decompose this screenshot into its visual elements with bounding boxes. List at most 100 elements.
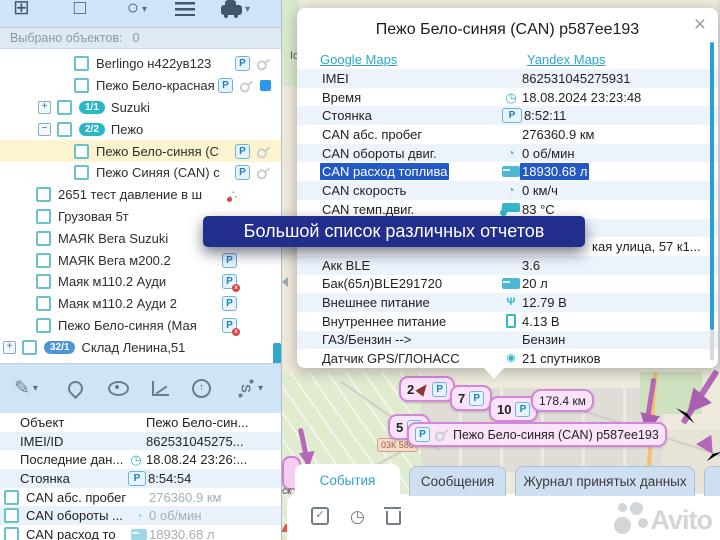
chart-button[interactable] xyxy=(152,381,169,396)
expand-toggle-icon[interactable]: + xyxy=(3,341,16,354)
tree-item[interactable]: Пежо Бело-синяя (Мая xyxy=(0,315,281,337)
tree-item[interactable]: −2/2Пежо xyxy=(0,118,281,140)
route-button[interactable]: S▾ xyxy=(237,379,263,399)
delete-icon[interactable] xyxy=(386,511,401,525)
map-marker[interactable]: 178.4 км xyxy=(531,389,594,412)
popup-row[interactable]: Внешнее питание12.79 В xyxy=(297,293,718,312)
row-checkbox[interactable] xyxy=(36,187,51,202)
upload-button[interactable]: ↑ xyxy=(192,379,211,398)
popup-row[interactable]: Бак(65л)BLE29172020 л xyxy=(297,275,718,294)
parking-icon xyxy=(515,402,530,417)
tab[interactable]: Сообщения xyxy=(409,466,506,496)
tree-item[interactable]: МАЯК Вега м200.2 xyxy=(0,249,281,271)
add-object-icon[interactable]: ⊞ xyxy=(13,0,30,19)
popup-row[interactable]: Время 18.08.2024 23:23:48 xyxy=(297,88,718,107)
parking-icon xyxy=(432,382,447,397)
tree-item[interactable]: Пежо Бело-красная xyxy=(0,75,281,97)
value-text: 18.08.2024 23:23:48 xyxy=(520,89,643,106)
object-label: Suzuki xyxy=(111,100,150,115)
popup-scrollbar-thumb[interactable] xyxy=(710,42,714,330)
parking-icon xyxy=(469,391,484,406)
popup-row[interactable]: Датчик GPS/ГЛОНАСС21 спутников xyxy=(297,349,718,368)
row-checkbox[interactable] xyxy=(74,56,89,71)
value-text: 18930.68 л xyxy=(520,163,589,180)
tree-item[interactable]: Пежо Синяя (CAN) с xyxy=(0,162,281,184)
google-maps-link[interactable]: Google Maps xyxy=(320,52,397,67)
popup-row[interactable]: CAN обороты двиг.0 об/мин xyxy=(297,144,718,163)
popup-row[interactable]: Стоянка8:52:11 xyxy=(297,106,718,125)
tree-item[interactable]: +1/1Suzuki xyxy=(0,97,281,119)
yandex-maps-link[interactable]: Yandex Maps xyxy=(527,52,606,67)
popup-row[interactable]: CAN абс. пробег276360.9 км xyxy=(297,125,718,144)
tree-item[interactable]: Berlingo н422ув123 xyxy=(0,53,281,75)
visibility-button[interactable] xyxy=(108,381,129,396)
tree-item[interactable]: 2651 тест давление в ш xyxy=(0,184,281,206)
row-checkbox[interactable] xyxy=(57,100,72,115)
pencil-icon: ✎ xyxy=(14,377,30,400)
popup-scrollbar-track[interactable] xyxy=(710,330,714,360)
selected-objects-bar: Выбрано объектов: 0 xyxy=(0,28,281,49)
tree-item[interactable]: Маяк м110.2 Ауди xyxy=(0,271,281,293)
row-checkbox[interactable] xyxy=(36,296,51,311)
map-marker[interactable]: 2 xyxy=(399,376,455,402)
object-label: Пежо Синяя (CAN) с xyxy=(96,165,220,180)
tree-item[interactable]: Пежо Бело-синяя (С xyxy=(0,140,281,162)
row-checkbox[interactable] xyxy=(74,165,89,180)
label-text: Датчик GPS/ГЛОНАСС xyxy=(320,350,462,367)
vehicle-filter-icon[interactable] xyxy=(221,0,242,20)
tab[interactable] xyxy=(704,466,720,496)
tab[interactable]: Журнал принятых данных xyxy=(515,466,695,496)
tab[interactable]: События xyxy=(295,464,400,496)
row-checkbox[interactable] xyxy=(36,209,51,224)
row-checkbox[interactable] xyxy=(22,340,37,355)
info-value: Пежо Бело-син... xyxy=(146,415,248,430)
selection-square-icon[interactable]: □ xyxy=(74,0,86,19)
unit-info-popup: Пежо Бело-синяя (CAN) р587ее193 × Google… xyxy=(297,8,718,368)
row-checkbox[interactable] xyxy=(4,508,19,523)
value-text: 12.79 В xyxy=(520,294,569,311)
popup-row[interactable]: CAN скорость0 км/ч xyxy=(297,181,718,200)
row-checkbox[interactable] xyxy=(36,231,51,246)
row-checkbox[interactable] xyxy=(36,253,51,268)
row-checkbox[interactable] xyxy=(57,122,72,137)
time-icon[interactable]: ◷ xyxy=(350,508,365,525)
close-icon[interactable]: × xyxy=(694,14,706,35)
tree-item[interactable]: Маяк м110.2 Ауди 2 xyxy=(0,293,281,315)
watermark-text: Avito xyxy=(651,505,713,535)
popup-row-label: Бак(65л)BLE291720 xyxy=(320,276,502,291)
popup-row[interactable]: Акк BLE3.6 xyxy=(297,256,718,275)
list-view-icon[interactable] xyxy=(175,0,195,21)
status-circle-icon[interactable]: ○ xyxy=(127,0,139,19)
row-checkbox[interactable] xyxy=(4,490,19,505)
thermometer-icon xyxy=(502,203,520,212)
tree-item[interactable]: +32/1Склад Ленина,51 xyxy=(0,336,281,358)
chevron-down-icon[interactable]: ▾ xyxy=(245,0,250,20)
expand-toggle-icon[interactable]: − xyxy=(38,123,51,136)
count-badge: 32/1 xyxy=(44,341,75,354)
select-all-checkbox-icon[interactable]: ✓ xyxy=(311,507,329,525)
row-checkbox[interactable] xyxy=(74,144,89,159)
parking-icon xyxy=(235,144,250,159)
row-checkbox[interactable] xyxy=(36,318,51,333)
location-button[interactable] xyxy=(68,381,83,396)
popup-row-label: Время xyxy=(320,90,502,105)
expand-toggle-icon[interactable]: + xyxy=(38,101,51,114)
edit-button[interactable]: ✎▾ xyxy=(14,377,38,400)
row-checkbox[interactable] xyxy=(4,527,19,540)
parking-error-icon xyxy=(222,274,237,289)
popup-row-value: 0 км/ч xyxy=(520,183,560,198)
row-checkbox[interactable] xyxy=(74,78,89,93)
popup-row[interactable]: ГАЗ/Бензин -->Бензин xyxy=(297,331,718,350)
row-checkbox[interactable] xyxy=(36,274,51,289)
object-label: Пежо xyxy=(111,122,143,137)
map-marker[interactable]: Пежо Бело-синяя (CAN) р587ее193 xyxy=(407,422,667,447)
label-text: IMEI xyxy=(320,70,351,87)
sidebar-collapse-icon[interactable] xyxy=(282,277,288,287)
popup-row[interactable]: IMEI862531045275931 xyxy=(297,69,718,88)
popup-row[interactable]: CAN расход топлива18930.68 л xyxy=(297,162,718,181)
popup-pointer xyxy=(483,367,505,379)
popup-row[interactable]: Внутреннее питание4.13 В xyxy=(297,312,718,331)
map-marker[interactable]: 7 xyxy=(450,385,492,411)
avito-logo-icon xyxy=(614,501,648,535)
chevron-down-icon[interactable]: ▾ xyxy=(142,0,147,20)
